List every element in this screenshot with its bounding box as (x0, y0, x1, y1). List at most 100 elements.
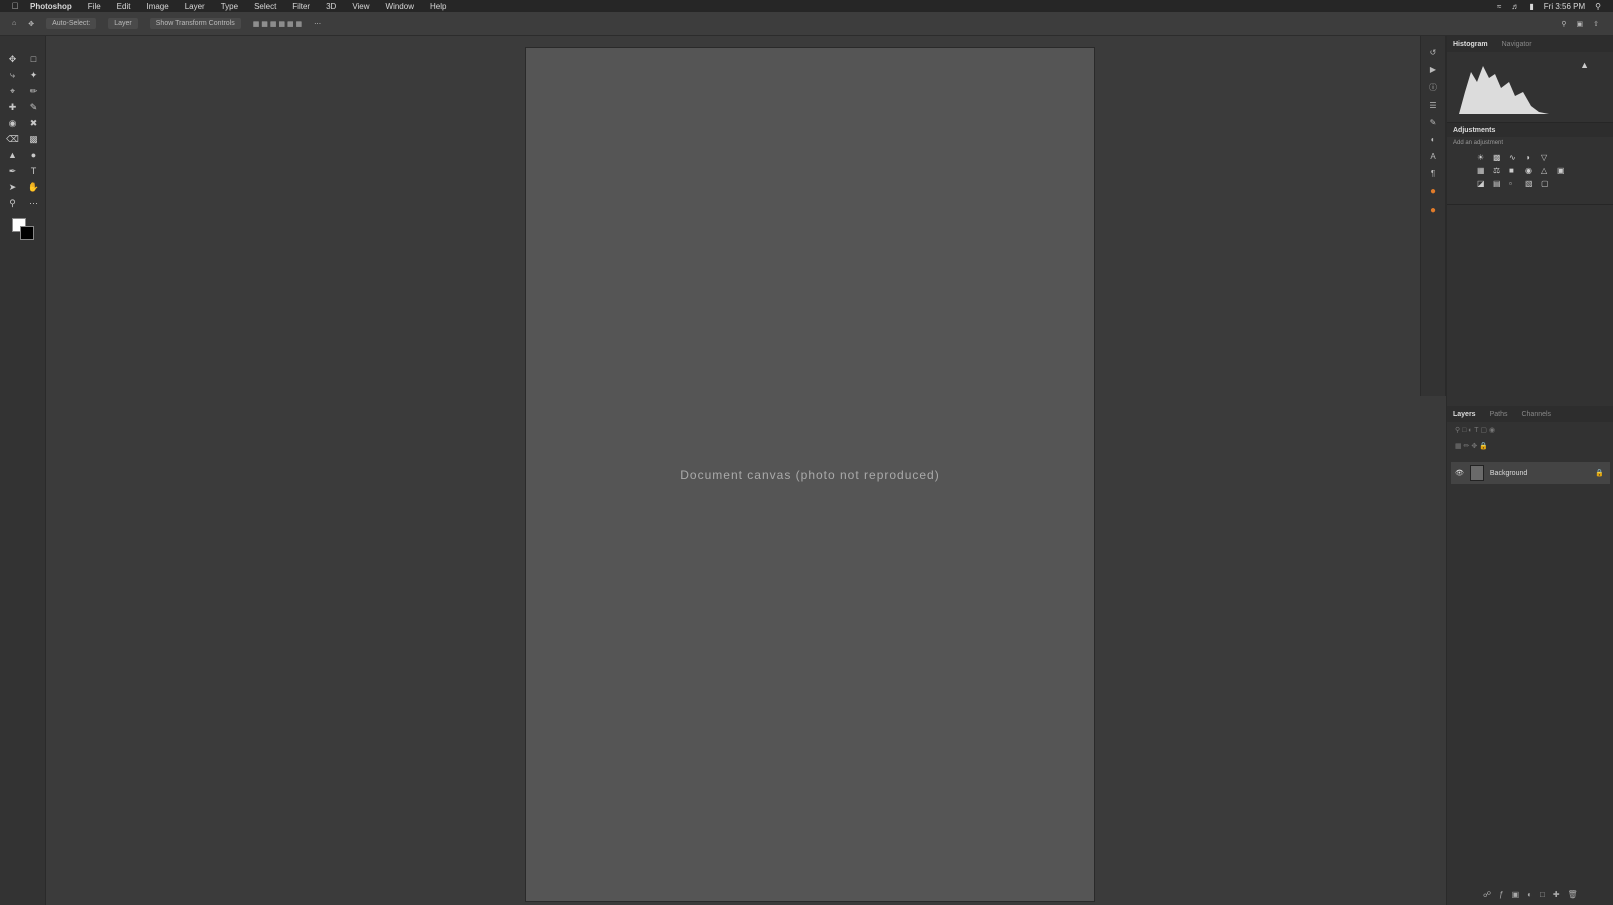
clock[interactable]: Fri 3:56 PM (1544, 2, 1585, 11)
tab-navigator[interactable]: Navigator (1502, 41, 1532, 48)
lasso-tool-icon[interactable]: ⤷ (2, 68, 23, 82)
menu-window[interactable]: Window (386, 2, 414, 11)
magic-wand-icon[interactable]: ✦ (23, 68, 44, 82)
lookup-icon[interactable]: ▣ (1557, 166, 1571, 175)
mask-icon[interactable]: ▣ (1512, 890, 1520, 899)
trash-icon[interactable]: 🗑 (1568, 890, 1578, 899)
layers-panel: Layers Paths Channels ⚲ □ ◐ T ▢ ◉ ▦ ✏ ✥ … (1447, 406, 1613, 905)
character-icon[interactable]: A (1430, 152, 1435, 161)
color-swatches[interactable] (8, 218, 45, 246)
menu-3d[interactable]: 3D (326, 2, 336, 11)
path-select-icon[interactable]: ➤ (2, 180, 23, 194)
bw-icon[interactable]: ■ (1509, 166, 1523, 175)
layer-background[interactable]: 👁 Background 🔒 (1451, 462, 1610, 484)
hand-tool-icon[interactable]: ✋ (23, 180, 44, 194)
menu-file[interactable]: File (88, 2, 101, 11)
threshold-icon[interactable]: ▫ (1509, 179, 1523, 188)
new-adjustment-icon[interactable]: ◐ (1527, 890, 1532, 899)
volume-icon[interactable]: ♬ (1511, 2, 1519, 11)
eyedropper-icon[interactable]: ✏ (23, 84, 44, 98)
fx-icon[interactable]: ƒ (1499, 890, 1503, 899)
wifi-icon[interactable]: ≈ (1497, 2, 1501, 11)
more-tools-icon[interactable]: ⋯ (23, 196, 44, 210)
home-icon[interactable]: ⌂ (12, 20, 16, 27)
battery-icon[interactable]: ▮ (1529, 2, 1533, 11)
menu-layer[interactable]: Layer (185, 2, 205, 11)
adjustments-add: Add an adjustment (1453, 140, 1504, 146)
posterize-icon[interactable]: ▤ (1493, 179, 1507, 188)
curves-icon[interactable]: ∿ (1509, 153, 1523, 162)
warning-icon[interactable]: ▲ (1580, 60, 1589, 70)
new-layer-icon[interactable]: ✚ (1553, 890, 1560, 899)
menu-select[interactable]: Select (254, 2, 276, 11)
menu-help[interactable]: Help (430, 2, 446, 11)
menu-edit[interactable]: Edit (117, 2, 131, 11)
menu-type[interactable]: Type (221, 2, 238, 11)
layer-select-dropdown[interactable]: Layer (108, 18, 138, 29)
eye-icon[interactable]: 👁 (1455, 469, 1464, 477)
photo-filter-icon[interactable]: ◉ (1525, 166, 1539, 175)
paragraph-icon[interactable]: ¶ (1431, 169, 1435, 178)
menu-bar:  Photoshop File Edit Image Layer Type S… (0, 0, 1613, 12)
document-canvas[interactable]: Document canvas (photo not reproduced) (525, 47, 1095, 902)
swatches-icon[interactable]: ● (1430, 205, 1436, 216)
eraser-icon[interactable]: ⌫ (2, 132, 23, 146)
layer-filter-row[interactable]: ⚲ □ ◐ T ▢ ◉ (1447, 422, 1613, 438)
options-bar: ⌂ ✥ Auto-Select: Layer Show Transform Co… (0, 12, 1613, 36)
tab-layers[interactable]: Layers (1453, 411, 1476, 418)
info-icon[interactable]: ⓘ (1429, 82, 1437, 93)
background-color[interactable] (20, 226, 34, 240)
levels-icon[interactable]: ▩ (1493, 153, 1507, 162)
dodge-tool-icon[interactable]: ● (23, 148, 44, 162)
auto-select-checkbox[interactable]: Auto-Select: (46, 18, 97, 29)
history-icon[interactable]: ↺ (1430, 48, 1437, 57)
menu-app[interactable]: Photoshop (30, 2, 72, 11)
tab-histogram[interactable]: Histogram (1453, 41, 1488, 48)
mixer-icon[interactable]: △ (1541, 166, 1555, 175)
menu-filter[interactable]: Filter (292, 2, 310, 11)
blur-tool-icon[interactable]: ▲ (2, 148, 23, 162)
brightness-icon[interactable]: ☀ (1477, 153, 1491, 162)
transform-controls-checkbox[interactable]: Show Transform Controls (149, 18, 241, 29)
lock-icon[interactable]: 🔒 (1595, 469, 1604, 477)
brush-tool-icon[interactable]: ✎ (23, 100, 44, 114)
tab-channels[interactable]: Channels (1521, 411, 1551, 418)
share-icon[interactable]: ⇧ (1593, 20, 1599, 28)
selective-color-icon[interactable]: ▢ (1541, 179, 1555, 188)
move-tool-icon[interactable]: ✥ (2, 52, 23, 66)
menu-image[interactable]: Image (146, 2, 168, 11)
brush-icon[interactable]: ✎ (1430, 118, 1437, 127)
align-icons[interactable]: ▦ ▦ ▦ ▦ ▦ ▦ (253, 20, 302, 28)
balance-icon[interactable]: ⚖ (1493, 166, 1507, 175)
zoom-tool-icon[interactable]: ⚲ (2, 196, 23, 210)
play-icon[interactable]: ▶ (1430, 65, 1436, 74)
gradient-icon[interactable]: ▩ (23, 132, 44, 146)
menu-view[interactable]: View (352, 2, 369, 11)
marquee-tool-icon[interactable]: □ (23, 52, 44, 66)
vibrance-icon[interactable]: ▽ (1541, 153, 1555, 162)
exposure-icon[interactable]: ◑ (1525, 153, 1539, 162)
tab-paths[interactable]: Paths (1490, 411, 1508, 418)
invert-icon[interactable]: ◪ (1477, 179, 1491, 188)
type-tool-icon[interactable]: T (23, 164, 44, 178)
group-icon[interactable]: □ (1540, 890, 1545, 899)
color-icon[interactable]: ● (1430, 186, 1436, 197)
layer-thumbnail (1469, 465, 1484, 481)
crop-tool-icon[interactable]: ⌖ (2, 84, 23, 98)
search-icon[interactable]: ⚲ (1595, 2, 1601, 11)
clone-stamp-icon[interactable]: ◉ (2, 116, 23, 130)
pen-tool-icon[interactable]: ✒ (2, 164, 23, 178)
apple-icon[interactable]:  (0, 1, 30, 11)
layer-lock-row[interactable]: ▦ ✏ ✥ 🔒 (1447, 438, 1613, 454)
properties-icon[interactable]: ☰ (1429, 101, 1436, 110)
move-icon[interactable]: ✥ (28, 20, 34, 28)
adjust-icon[interactable]: ◐ (1431, 135, 1436, 144)
link-icon[interactable]: ☍ (1483, 890, 1491, 899)
search-icon[interactable]: ⚲ (1561, 20, 1566, 28)
more-icon[interactable]: ⋯ (314, 20, 321, 28)
workspace-icon[interactable]: ▣ (1577, 20, 1584, 28)
healing-brush-icon[interactable]: ✚ (2, 100, 23, 114)
gradient-map-icon[interactable]: ▧ (1525, 179, 1539, 188)
hue-icon[interactable]: ▦ (1477, 166, 1491, 175)
history-brush-icon[interactable]: ✖ (23, 116, 44, 130)
